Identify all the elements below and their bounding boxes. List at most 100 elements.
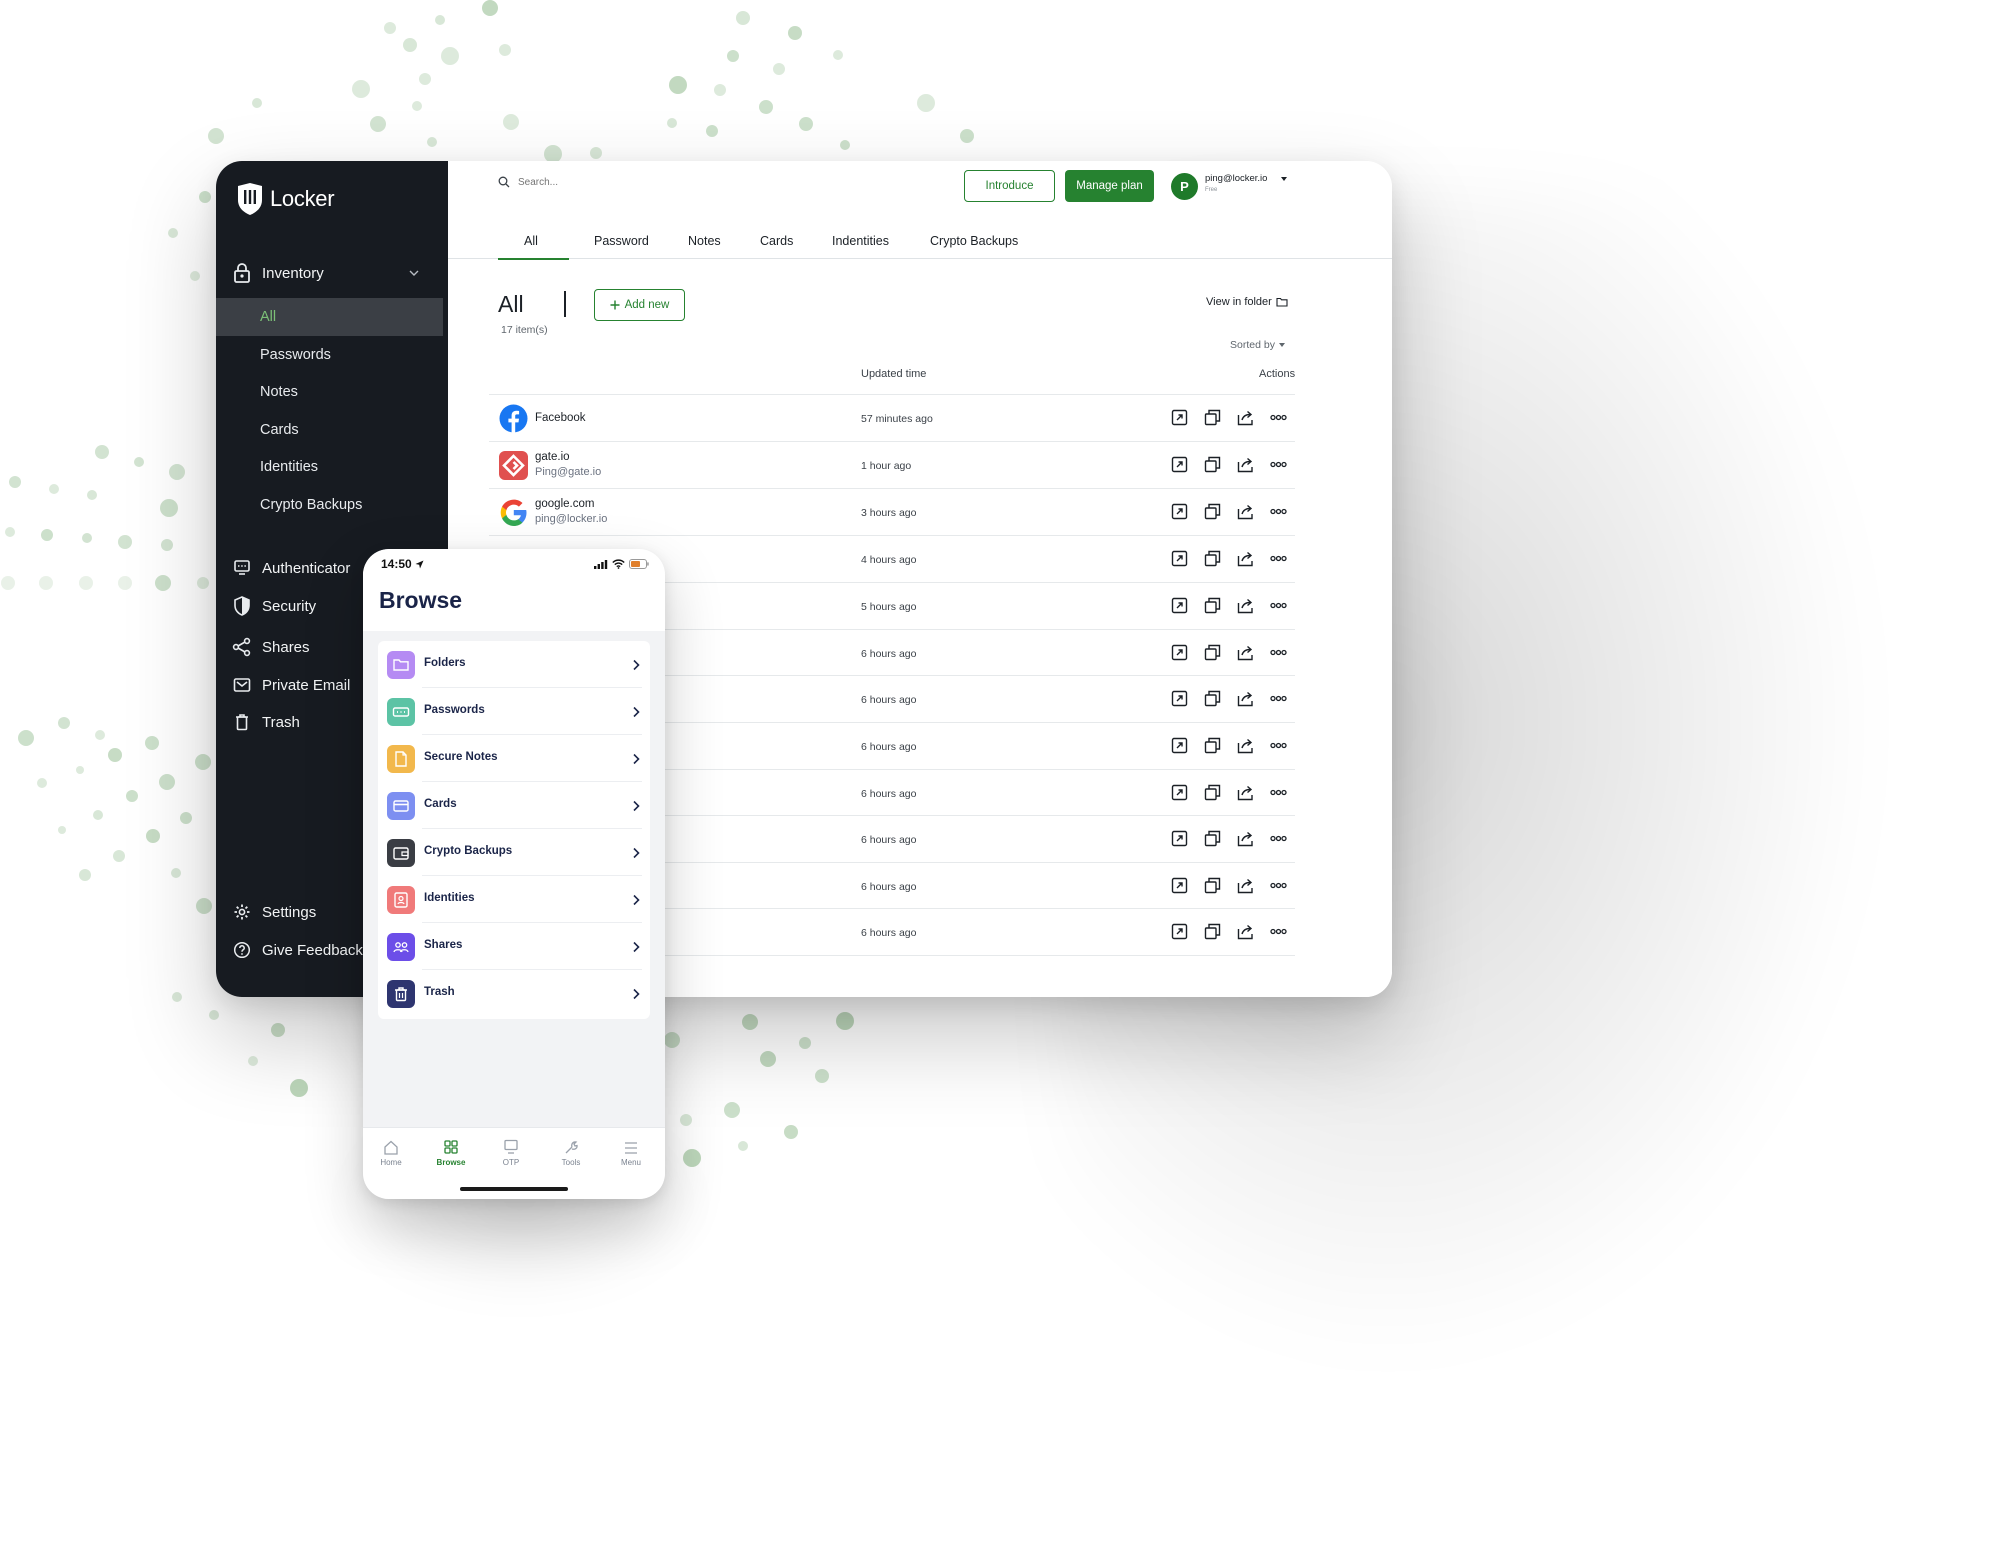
- browse-item-shares[interactable]: Shares: [378, 923, 650, 970]
- copy-icon[interactable]: [1204, 550, 1221, 567]
- copy-icon[interactable]: [1204, 830, 1221, 847]
- copy-icon[interactable]: [1204, 784, 1221, 801]
- more-options-icon[interactable]: [1270, 690, 1287, 707]
- more-options-icon[interactable]: [1270, 503, 1287, 520]
- sidebar-subitem-cards[interactable]: Cards: [216, 411, 443, 449]
- open-link-icon[interactable]: [1171, 923, 1188, 940]
- search-box[interactable]: [498, 176, 718, 188]
- more-options-icon[interactable]: [1270, 409, 1287, 426]
- tab-password[interactable]: Password: [594, 234, 649, 248]
- user-email[interactable]: ping@locker.io: [1205, 173, 1267, 184]
- open-link-icon[interactable]: [1171, 503, 1188, 520]
- copy-icon[interactable]: [1204, 597, 1221, 614]
- share-icon[interactable]: [1237, 784, 1254, 801]
- more-options-icon[interactable]: [1270, 597, 1287, 614]
- open-link-icon[interactable]: [1171, 597, 1188, 614]
- open-link-icon[interactable]: [1171, 784, 1188, 801]
- open-link-icon[interactable]: [1171, 877, 1188, 894]
- item-name[interactable]: Facebook: [535, 412, 586, 424]
- view-in-folder-button[interactable]: View in folder: [1206, 296, 1288, 308]
- open-link-icon[interactable]: [1171, 690, 1188, 707]
- tab-otp[interactable]: OTP: [489, 1138, 533, 1167]
- open-link-icon[interactable]: [1171, 550, 1188, 567]
- more-options-icon[interactable]: [1270, 644, 1287, 661]
- user-plan: Free: [1205, 187, 1218, 193]
- tab-crypto-backups[interactable]: Crypto Backups: [930, 234, 1018, 248]
- open-link-icon[interactable]: [1171, 456, 1188, 473]
- more-options-icon[interactable]: [1270, 877, 1287, 894]
- sidebar-item-private-email[interactable]: Private Email: [232, 673, 350, 697]
- tab-notes[interactable]: Notes: [688, 234, 721, 248]
- introduce-button[interactable]: Introduce: [964, 170, 1055, 202]
- avatar[interactable]: P: [1171, 173, 1198, 200]
- item-name[interactable]: google.com: [535, 498, 594, 510]
- tab-tools[interactable]: Tools: [549, 1138, 593, 1167]
- tab-cards[interactable]: Cards: [760, 234, 793, 248]
- copy-icon[interactable]: [1204, 644, 1221, 661]
- table-row[interactable]: gate.io Ping@gate.io 1 hour ago: [489, 441, 1295, 488]
- share-icon[interactable]: [1237, 597, 1254, 614]
- copy-icon[interactable]: [1204, 409, 1221, 426]
- share-icon[interactable]: [1237, 503, 1254, 520]
- share-icon[interactable]: [1237, 830, 1254, 847]
- sidebar-item-authenticator[interactable]: Authenticator: [232, 556, 350, 580]
- copy-icon[interactable]: [1204, 503, 1221, 520]
- share-icon[interactable]: [1237, 550, 1254, 567]
- sidebar-subitem-notes[interactable]: Notes: [216, 373, 443, 411]
- share-icon[interactable]: [1237, 737, 1254, 754]
- share-icon[interactable]: [1237, 690, 1254, 707]
- open-link-icon[interactable]: [1171, 409, 1188, 426]
- tab-menu[interactable]: Menu: [609, 1138, 653, 1167]
- more-options-icon[interactable]: [1270, 923, 1287, 940]
- sidebar-subitem-passwords[interactable]: Passwords: [216, 336, 443, 374]
- sidebar-item-settings[interactable]: Settings: [232, 900, 316, 924]
- sidebar-item-inventory[interactable]: Inventory: [232, 261, 432, 285]
- copy-icon[interactable]: [1204, 456, 1221, 473]
- sidebar-subitem-all[interactable]: All: [216, 298, 443, 336]
- item-name[interactable]: gate.io: [535, 451, 570, 463]
- browse-item-secure-notes[interactable]: Secure Notes: [378, 735, 650, 782]
- tab-identities[interactable]: Indentities: [832, 234, 889, 248]
- copy-icon[interactable]: [1204, 737, 1221, 754]
- search-input[interactable]: [518, 176, 718, 188]
- app-logo[interactable]: Locker: [236, 183, 335, 215]
- open-link-icon[interactable]: [1171, 830, 1188, 847]
- tab-home[interactable]: Home: [369, 1138, 413, 1167]
- share-icon[interactable]: [1237, 644, 1254, 661]
- copy-icon[interactable]: [1204, 690, 1221, 707]
- browse-item-folders[interactable]: Folders: [378, 641, 650, 688]
- open-link-icon[interactable]: [1171, 737, 1188, 754]
- more-options-icon[interactable]: [1270, 830, 1287, 847]
- more-options-icon[interactable]: [1270, 550, 1287, 567]
- sidebar-item-trash[interactable]: Trash: [232, 710, 300, 734]
- more-options-icon[interactable]: [1270, 456, 1287, 473]
- share-icon[interactable]: [1237, 877, 1254, 894]
- sidebar-item-shares[interactable]: Shares: [232, 635, 310, 659]
- browse-item-identities[interactable]: Identities: [378, 876, 650, 923]
- copy-icon[interactable]: [1204, 923, 1221, 940]
- browse-item-trash[interactable]: Trash: [378, 970, 650, 1017]
- browse-item-passwords[interactable]: Passwords: [378, 688, 650, 735]
- share-icon[interactable]: [1237, 923, 1254, 940]
- more-options-icon[interactable]: [1270, 737, 1287, 754]
- column-header-updated-time[interactable]: Updated time: [861, 368, 926, 380]
- share-icon[interactable]: [1237, 409, 1254, 426]
- add-new-button[interactable]: Add new: [594, 289, 685, 321]
- table-row[interactable]: Facebook 57 minutes ago: [489, 394, 1295, 441]
- browse-item-crypto-backups[interactable]: Crypto Backups: [378, 829, 650, 876]
- tab-all[interactable]: All: [524, 234, 538, 248]
- table-row[interactable]: google.com ping@locker.io 3 hours ago: [489, 488, 1295, 535]
- manage-plan-button[interactable]: Manage plan: [1065, 170, 1154, 202]
- caret-down-icon[interactable]: [1281, 177, 1287, 181]
- sidebar-item-give-feedback[interactable]: Give Feedback: [232, 938, 363, 962]
- sidebar-item-security[interactable]: Security: [232, 594, 316, 618]
- open-link-icon[interactable]: [1171, 644, 1188, 661]
- sort-dropdown[interactable]: Sorted by: [1230, 339, 1285, 351]
- browse-item-cards[interactable]: Cards: [378, 782, 650, 829]
- sidebar-subitem-crypto-backups[interactable]: Crypto Backups: [216, 486, 443, 524]
- more-options-icon[interactable]: [1270, 784, 1287, 801]
- sidebar-subitem-identities[interactable]: Identities: [216, 448, 443, 486]
- copy-icon[interactable]: [1204, 877, 1221, 894]
- tab-browse[interactable]: Browse: [429, 1138, 473, 1167]
- share-icon[interactable]: [1237, 456, 1254, 473]
